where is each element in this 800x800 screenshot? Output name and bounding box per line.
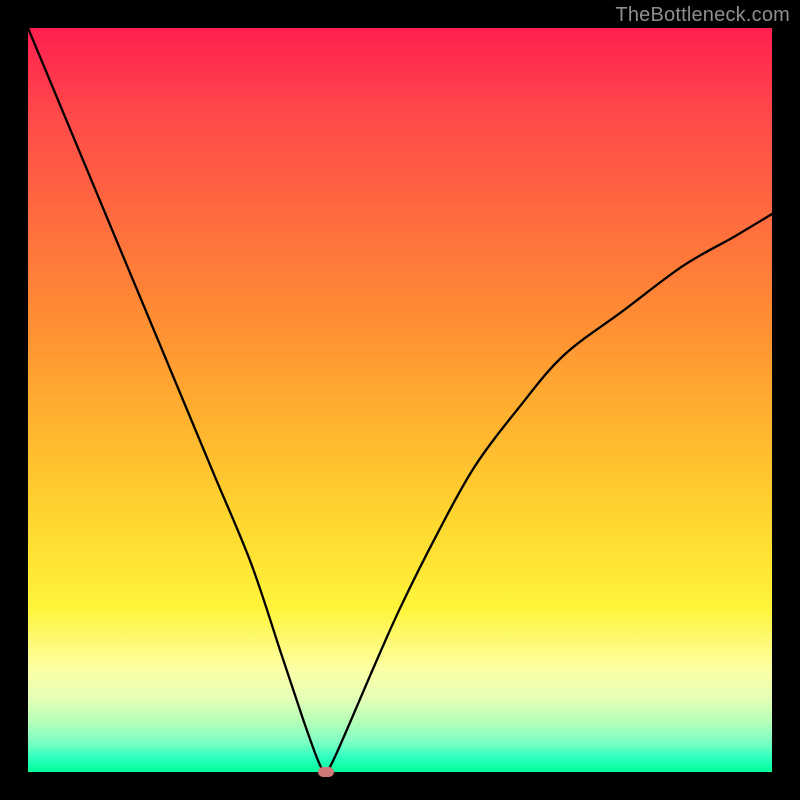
minimum-marker	[318, 767, 334, 777]
bottleneck-curve	[28, 28, 772, 772]
plot-area	[28, 28, 772, 772]
watermark-text: TheBottleneck.com	[615, 4, 790, 27]
chart-frame: TheBottleneck.com	[0, 0, 800, 800]
